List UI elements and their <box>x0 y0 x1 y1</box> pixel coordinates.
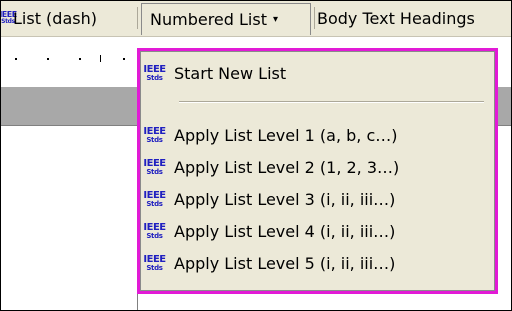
toolbar-separator <box>314 7 315 29</box>
ieee-stds-icon: IEEE Stds <box>1 8 17 28</box>
numbered-list-dropdown[interactable]: Numbered List ▾ <box>141 3 311 35</box>
menu-item-label: Start New List <box>174 63 287 83</box>
chevron-down-icon: ▾ <box>272 14 279 25</box>
formatting-toolbar: IEEE Stds List (dash) Numbered List ▾ Bo… <box>1 1 511 37</box>
ieee-stds-icon: IEEE Stds <box>143 220 166 242</box>
ieee-stds-icon: IEEE Stds <box>143 252 166 274</box>
ieee-icon-text: IEEE <box>143 253 166 265</box>
ruler-mark <box>79 58 81 60</box>
stds-icon-text: Stds <box>146 231 163 240</box>
menu-panel: IEEE Stds Start New List IEEE Stds Apply… <box>140 51 495 291</box>
numbered-list-label: Numbered List <box>150 10 267 29</box>
ieee-icon-text: IEEE <box>143 157 166 169</box>
menu-item-label: Apply List Level 1 (a, b, c…) <box>174 125 398 145</box>
menu-item-label: Apply List Level 3 (i, ii, iii…) <box>174 189 396 209</box>
menu-item-label: Apply List Level 2 (1, 2, 3…) <box>174 157 400 177</box>
menu-separator <box>179 101 484 103</box>
menu-item-apply-list-level-4[interactable]: IEEE Stds Apply List Level 4 (i, ii, iii… <box>143 216 490 246</box>
stds-icon-text: Stds <box>146 263 163 272</box>
menu-item-apply-list-level-5[interactable]: IEEE Stds Apply List Level 5 (i, ii, iii… <box>143 248 490 278</box>
ieee-icon-text: IEEE <box>143 63 166 75</box>
body-text-headings-button[interactable]: Body Text Headings <box>317 4 475 32</box>
document-page[interactable] <box>1 126 138 310</box>
stds-icon-text: Stds <box>146 73 163 82</box>
menu-item-apply-list-level-2[interactable]: IEEE Stds Apply List Level 2 (1, 2, 3…) <box>143 152 490 182</box>
toolbar-separator <box>137 7 138 29</box>
list-dash-button[interactable]: IEEE Stds List (dash) <box>1 4 97 32</box>
ieee-stds-icon: IEEE Stds <box>143 124 166 146</box>
body-text-headings-label: Body Text Headings <box>317 8 475 28</box>
menu-item-label: Apply List Level 5 (i, ii, iii…) <box>174 253 396 273</box>
ieee-icon-text: IEEE <box>143 189 166 201</box>
ruler-mark <box>15 58 17 60</box>
numbered-list-menu: IEEE Stds Start New List IEEE Stds Apply… <box>137 48 498 294</box>
word-window-fragment: IEEE Stds List (dash) Numbered List ▾ Bo… <box>0 0 512 311</box>
menu-item-label: Apply List Level 4 (i, ii, iii…) <box>174 221 396 241</box>
ruler-mark <box>123 58 125 60</box>
ieee-icon-text: IEEE <box>143 221 166 233</box>
menu-item-apply-list-level-3[interactable]: IEEE Stds Apply List Level 3 (i, ii, iii… <box>143 184 490 214</box>
stds-icon-text: Stds <box>146 199 163 208</box>
menu-item-apply-list-level-1[interactable]: IEEE Stds Apply List Level 1 (a, b, c…) <box>143 120 490 150</box>
stds-icon-text: Stds <box>146 135 163 144</box>
ieee-stds-icon: IEEE Stds <box>143 188 166 210</box>
ieee-stds-icon: IEEE Stds <box>143 156 166 178</box>
stds-icon-text: Stds <box>146 167 163 176</box>
menu-item-start-new-list[interactable]: IEEE Stds Start New List <box>143 58 490 88</box>
ieee-icon-text: IEEE <box>143 125 166 137</box>
ruler-mark <box>100 55 101 62</box>
list-dash-label: List (dash) <box>13 8 97 28</box>
ruler-mark <box>47 58 49 60</box>
ieee-stds-icon: IEEE Stds <box>143 62 166 84</box>
